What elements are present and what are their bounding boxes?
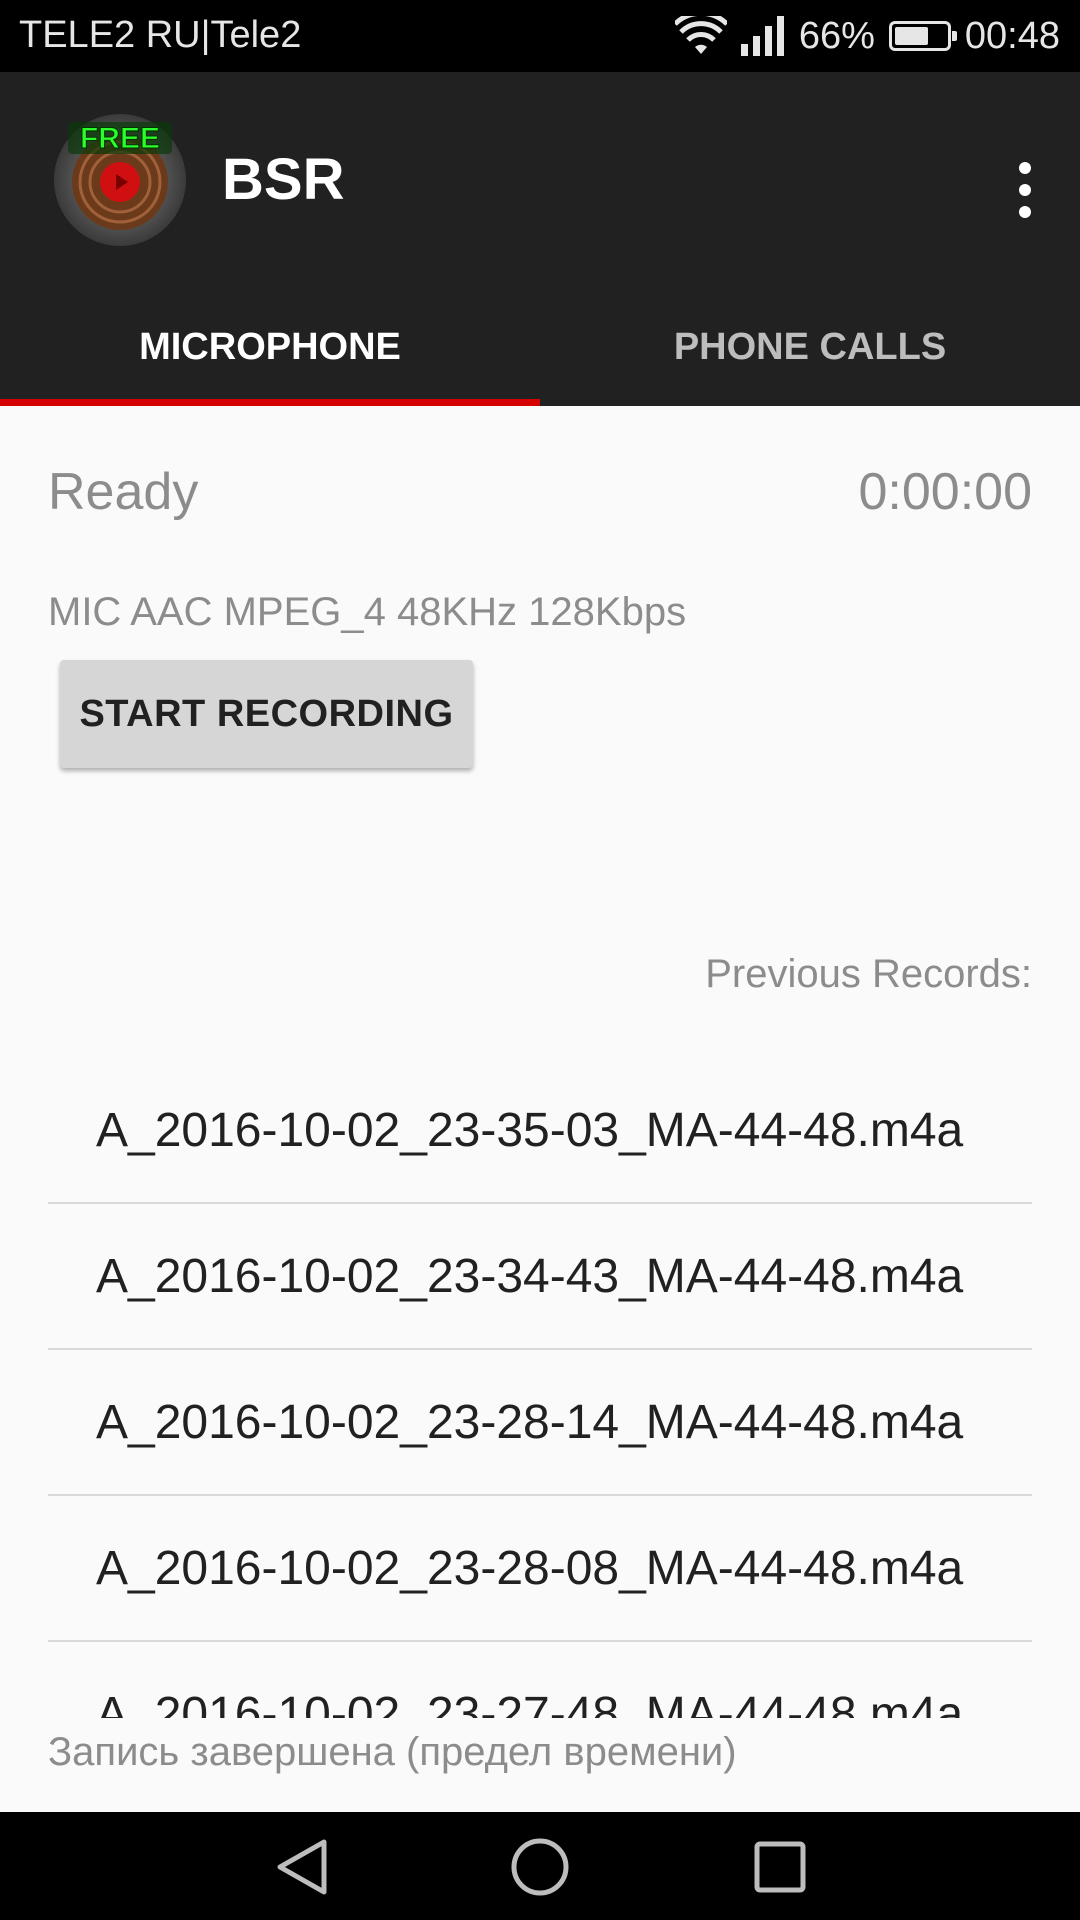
clock: 00:48 <box>964 15 1060 57</box>
tab-label: MICROPHONE <box>139 326 401 368</box>
tab-label: PHONE CALLS <box>673 326 947 368</box>
tab-indicator <box>0 399 540 406</box>
record-filename: A_2016-10-02_23-34-43_MA-44-48.m4a <box>96 1249 964 1303</box>
record-filename: A_2016-10-02_23-28-14_MA-44-48.m4a <box>96 1395 964 1449</box>
status-icons: 66% 00:48 <box>661 10 1060 62</box>
app-logo-badge: FREE <box>80 122 160 155</box>
record-filename: A_2016-10-02_23-35-03_MA-44-48.m4a <box>96 1103 964 1157</box>
overflow-menu-button[interactable] <box>1000 150 1050 230</box>
start-recording-button[interactable]: START RECORDING <box>60 660 473 768</box>
recents-icon[interactable] <box>745 1832 815 1902</box>
wifi-icon <box>674 16 727 54</box>
menu-dot <box>1019 184 1031 196</box>
record-filename: A_2016-10-02_23-28-08_MA-44-48.m4a <box>96 1541 964 1595</box>
app-bar: FREE BSR MICROPHONE PHONE CALLS <box>0 72 1080 406</box>
format-info: MIC AAC MPEG_4 48KHz 128Kbps <box>48 590 687 634</box>
footer-status: Запись завершена (предел времени) <box>48 1730 737 1774</box>
battery-percent: 66% <box>798 15 875 57</box>
signal-icon <box>740 16 784 56</box>
tab-microphone[interactable]: MICROPHONE <box>0 322 540 406</box>
menu-dot <box>1019 162 1031 174</box>
home-icon[interactable] <box>505 1832 575 1902</box>
menu-dot <box>1019 206 1031 218</box>
app-logo-icon: FREE <box>54 114 186 246</box>
list-item[interactable]: A_2016-10-02_23-35-03_MA-44-48.m4a <box>48 1058 1032 1204</box>
carrier-name: TELE2 RU|Tele2 <box>19 14 302 56</box>
list-item[interactable]: A_2016-10-02_23-28-08_MA-44-48.m4a <box>48 1496 1032 1642</box>
app-title: BSR <box>222 147 345 212</box>
tab-bar: MICROPHONE PHONE CALLS <box>0 322 1080 406</box>
battery-icon <box>888 21 957 51</box>
battery-fill <box>894 27 928 45</box>
list-item[interactable]: A_2016-10-02_23-28-14_MA-44-48.m4a <box>48 1350 1032 1496</box>
list-item[interactable]: A_2016-10-02_23-34-43_MA-44-48.m4a <box>48 1204 1032 1350</box>
previous-records-label: Previous Records: <box>705 952 1032 996</box>
tab-phone-calls[interactable]: PHONE CALLS <box>540 322 1080 406</box>
recording-timer: 0:00:00 <box>858 463 1033 521</box>
back-icon[interactable] <box>266 1832 336 1902</box>
status-bar: TELE2 RU|Tele2 66% 00:48 <box>0 0 1080 72</box>
navigation-bar <box>0 1812 1080 1920</box>
record-filename: A_2016-10-02_23-27-48_MA-44-48.m4a <box>96 1687 964 1719</box>
screen: TELE2 RU|Tele2 66% 00:48 FREE BSR MICROP… <box>0 0 1080 1920</box>
list-item[interactable]: A_2016-10-02_23-27-48_MA-44-48.m4a <box>48 1642 1032 1719</box>
records-list[interactable]: A_2016-10-02_23-35-03_MA-44-48.m4a A_201… <box>48 1058 1032 1718</box>
recorder-status: Ready <box>48 463 199 521</box>
